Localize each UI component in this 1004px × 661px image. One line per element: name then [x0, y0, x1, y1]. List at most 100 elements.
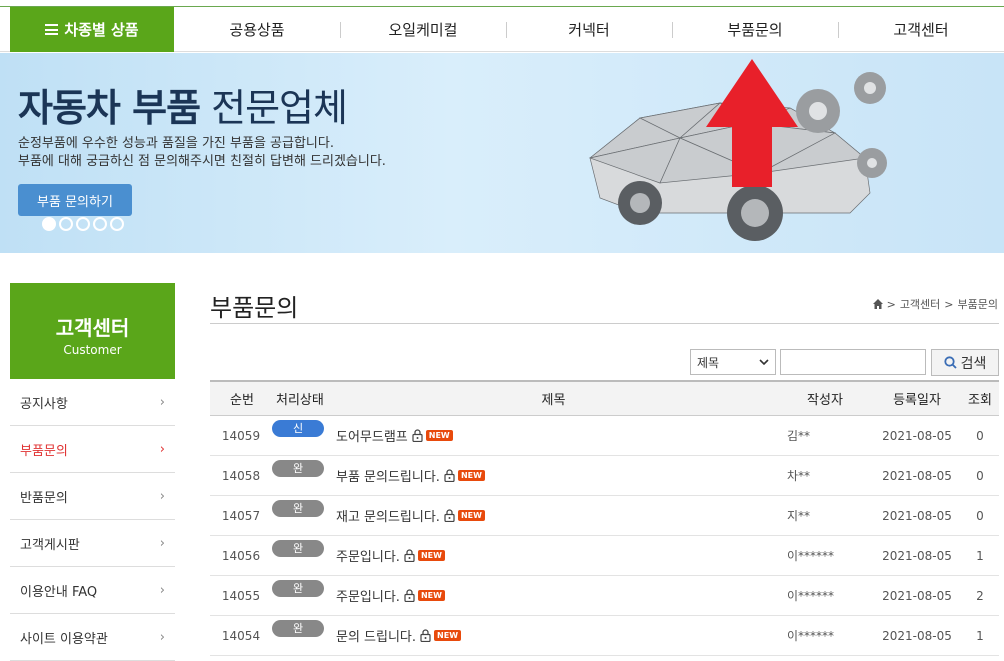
nav-item-connector[interactable]: 커넥터	[506, 7, 672, 52]
search-button[interactable]: 검색	[931, 349, 999, 376]
annotation-arrow-icon	[706, 59, 798, 187]
views-cell: 2	[976, 588, 984, 603]
banner-title: 자동차 부품 전문업체	[18, 77, 348, 132]
sidebar-title: 고객센터	[55, 316, 130, 340]
banner-description: 순정부품에 우수한 성능과 품질을 가진 부품을 공급합니다. 부품에 대해 궁…	[18, 135, 386, 171]
chevron-right-icon: ›	[159, 535, 165, 551]
breadcrumb: > 고객센터 > 부품문의	[872, 296, 998, 312]
chevron-right-icon: ›	[159, 441, 165, 457]
sidebar-item-faq[interactable]: 이용안내 FAQ ›	[10, 567, 175, 614]
slider-dot[interactable]	[59, 217, 73, 231]
lock-icon	[444, 469, 455, 482]
hero-banner: 자동차 부품 전문업체 순정부품에 우수한 성능과 품질을 가진 부품을 공급합…	[0, 53, 1004, 253]
search-input[interactable]	[780, 349, 926, 375]
new-tag: NEW	[425, 430, 453, 441]
lock-icon	[444, 509, 455, 522]
slider-dots	[42, 217, 124, 231]
sidebar-header: 고객센터 Customer	[10, 283, 175, 379]
status-badge-cell: 완 료	[272, 619, 330, 652]
row-number: 14054	[221, 628, 261, 643]
status-badge-cell: 신 규	[272, 419, 330, 452]
author-cell: 지**	[787, 509, 811, 523]
table-row[interactable]: 14054 완 료 문의 드립니다. NEW 이****** 2021-08-05 1	[210, 616, 999, 656]
slider-dot[interactable]	[110, 217, 124, 231]
new-tag: NEW	[457, 510, 485, 521]
author-cell: 이******	[787, 549, 835, 563]
title-cell: 부품 문의드립니다. NEW	[330, 466, 777, 485]
sidebar-item-parts-inquiry[interactable]: 부품문의 ›	[10, 426, 175, 473]
search-select-value: 제목	[697, 355, 720, 370]
author-cell: 김**	[787, 429, 811, 443]
lock-icon	[404, 549, 415, 562]
nav-item-common[interactable]: 공용상품	[174, 7, 340, 52]
nav-item-parts-inquiry[interactable]: 부품문의	[672, 7, 838, 52]
top-border	[0, 0, 1004, 7]
slider-dot[interactable]	[42, 217, 56, 231]
inquiry-table: 순번 처리상태 제목 작성자 등록일자 조회 14059 신 규 도어무드램프 NEW…	[210, 380, 999, 656]
sidebar-item-label: 고객게시판	[20, 537, 80, 553]
chevron-down-icon	[759, 359, 769, 365]
sidebar-item-label: 이용안내 FAQ	[20, 584, 98, 600]
row-number: 14056	[221, 548, 261, 563]
post-title-link[interactable]: 재고 문의드립니다.	[336, 506, 440, 525]
sidebar-item-label: 공지사항	[20, 396, 68, 412]
chevron-right-icon: ›	[159, 629, 165, 645]
sidebar-item-notice[interactable]: 공지사항 ›	[10, 379, 175, 426]
table-row[interactable]: 14057 완 료 재고 문의드립니다. NEW 지** 2021-08-05 0	[210, 496, 999, 536]
new-tag: NEW	[417, 590, 445, 601]
col-header-date: 등록일자	[893, 393, 941, 408]
nav-item-customer-center[interactable]: 고객센터	[838, 7, 1004, 52]
sidebar-item-return-inquiry[interactable]: 반품문의 ›	[10, 473, 175, 520]
status-badge: 신 규	[272, 419, 324, 452]
category-menu-label: 차종별 상품	[64, 21, 139, 39]
page-title: 부품문의	[210, 294, 299, 322]
banner-desc-line1: 순정부품에 우수한 성능과 품질을 가진 부품을 공급합니다.	[18, 136, 334, 151]
banner-title-bold: 자동차 부품	[18, 86, 201, 130]
table-row[interactable]: 14055 완 료 주문입니다. NEW 이****** 2021-08-05 2	[210, 576, 999, 616]
table-header: 순번 처리상태 제목 작성자 등록일자 조회	[210, 380, 999, 416]
slider-dot[interactable]	[76, 217, 90, 231]
post-title-link[interactable]: 부품 문의드립니다.	[336, 466, 440, 485]
table-row[interactable]: 14059 신 규 도어무드램프 NEW 김** 2021-08-05 0	[210, 416, 999, 456]
author-cell: 차**	[787, 469, 811, 483]
views-cell: 0	[976, 428, 984, 443]
sidebar-item-label: 반품문의	[20, 490, 68, 506]
slider-dot[interactable]	[93, 217, 107, 231]
post-title-link[interactable]: 주문입니다.	[336, 546, 400, 565]
table-row[interactable]: 14056 완 료 주문입니다. NEW 이****** 2021-08-05 1	[210, 536, 999, 576]
new-tag: NEW	[417, 550, 445, 561]
row-number: 14059	[221, 428, 261, 443]
main-nav: 차종별 상품 공용상품 오일케미컬 커넥터 부품문의 고객센터	[0, 7, 1004, 52]
home-icon[interactable]	[872, 299, 883, 309]
status-badge: 완 료	[272, 499, 324, 532]
views-cell: 1	[976, 548, 984, 563]
search-field-select[interactable]: 제목	[690, 349, 776, 375]
post-title-link[interactable]: 문의 드립니다.	[336, 626, 416, 645]
nav-item-oil-chemical[interactable]: 오일케미컬	[340, 7, 506, 52]
breadcrumb-customer-center[interactable]: 고객센터	[900, 296, 940, 312]
post-title-link[interactable]: 도어무드램프	[336, 426, 408, 445]
post-title-link[interactable]: 주문입니다.	[336, 586, 400, 605]
title-cell: 주문입니다. NEW	[330, 586, 777, 605]
sidebar-subtitle: Customer	[63, 343, 122, 357]
sidebar-item-terms[interactable]: 사이트 이용약관 ›	[10, 614, 175, 661]
new-tag: NEW	[457, 470, 485, 481]
date-cell: 2021-08-05	[882, 628, 952, 643]
breadcrumb-parts-inquiry[interactable]: 부품문의	[958, 296, 998, 312]
table-row[interactable]: 14058 완 료 부품 문의드립니다. NEW 차** 2021-08-05 0	[210, 456, 999, 496]
col-header-author: 작성자	[807, 393, 843, 408]
breadcrumb-separator: >	[944, 297, 954, 311]
sidebar-item-board[interactable]: 고객게시판 ›	[10, 520, 175, 567]
search-icon	[944, 356, 957, 369]
row-number: 14058	[221, 468, 261, 483]
parts-inquiry-button[interactable]: 부품 문의하기	[18, 184, 132, 216]
views-cell: 0	[976, 468, 984, 483]
author-cell: 이******	[787, 629, 835, 643]
date-cell: 2021-08-05	[882, 588, 952, 603]
views-cell: 1	[976, 628, 984, 643]
category-menu-button[interactable]: 차종별 상품	[10, 7, 174, 52]
lock-icon	[412, 429, 423, 442]
breadcrumb-separator: >	[886, 297, 896, 311]
menu-icon	[45, 24, 59, 35]
title-cell: 주문입니다. NEW	[330, 546, 777, 565]
